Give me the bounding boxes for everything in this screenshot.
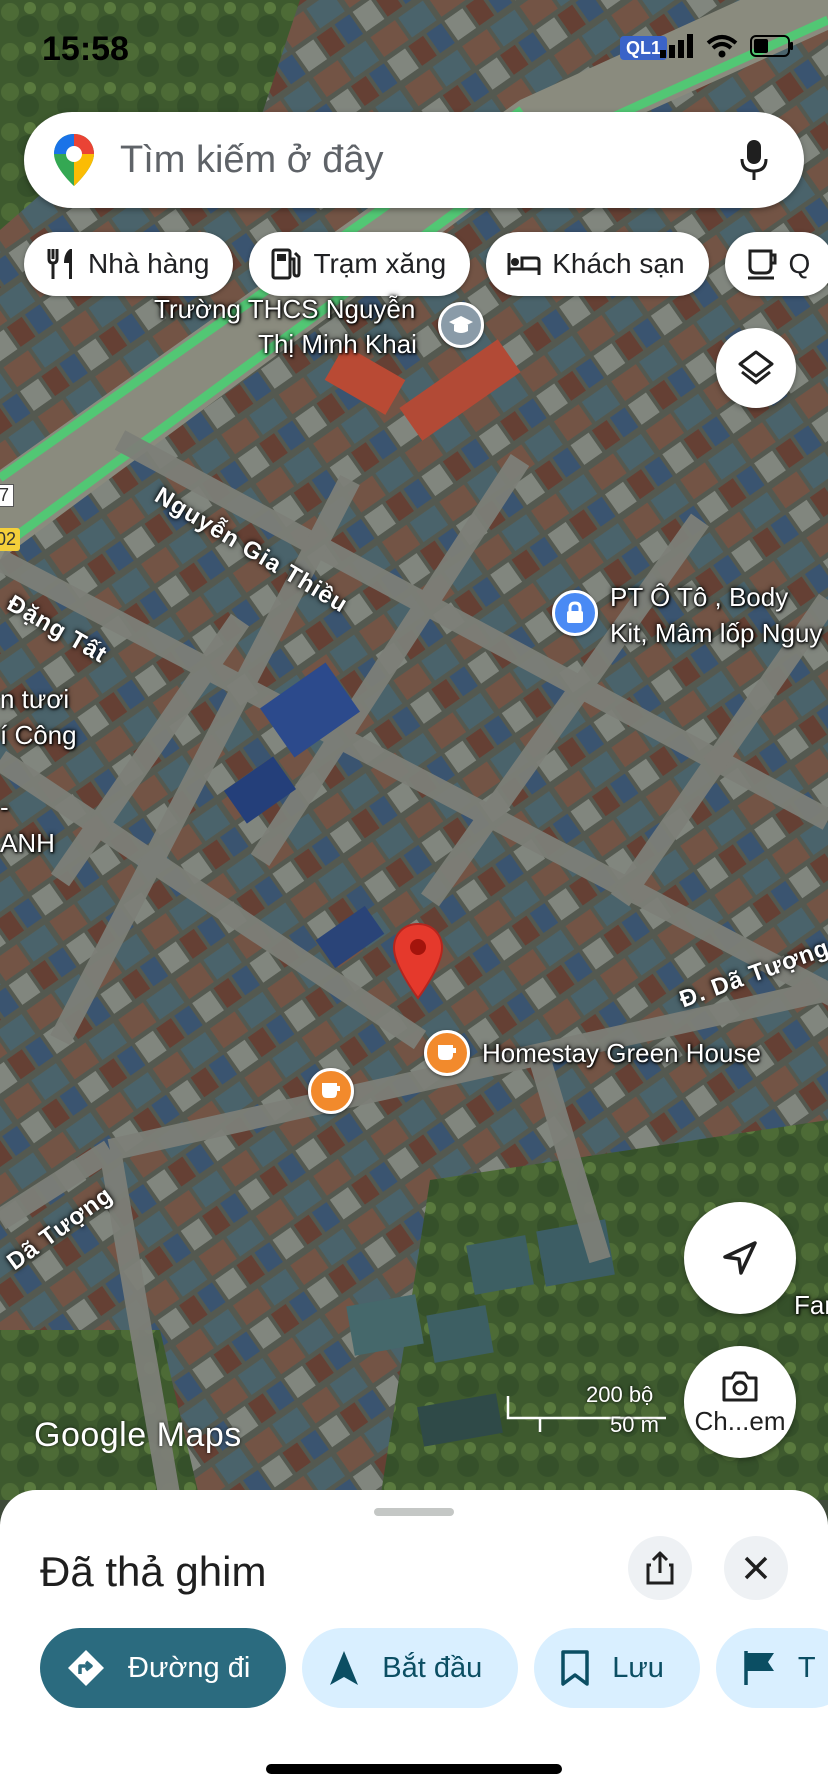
close-icon (744, 1556, 768, 1580)
map-label-partial[interactable]: n tươi (0, 682, 69, 716)
flag-icon (744, 1651, 774, 1685)
gas-station-icon (271, 248, 301, 280)
navigation-arrow-icon (723, 1241, 757, 1275)
car-service-poi-marker[interactable] (552, 590, 598, 636)
chip-coffee[interactable]: Q (724, 232, 828, 296)
battery-icon (750, 35, 793, 57)
camera-icon (722, 1371, 758, 1401)
action-label: Lưu (612, 1651, 664, 1684)
dropped-pin-sheet[interactable]: Đã thả ghim Đường đi Bắt đầu Lưu T (0, 1490, 828, 1792)
share-icon (646, 1551, 674, 1585)
bookmark-icon (561, 1650, 589, 1686)
map-label-partial[interactable]: - (0, 790, 9, 824)
map-label-partial[interactable]: í Công (0, 718, 77, 752)
sheet-title: Đã thả ghim (40, 1548, 267, 1595)
cup-icon (322, 1083, 340, 1098)
chip-label: Nhà hàng (88, 248, 210, 279)
label-button[interactable]: T (715, 1628, 828, 1708)
map-label-school[interactable]: Thị Minh Khai (258, 327, 417, 361)
camera-label: Ch...em (694, 1405, 786, 1436)
action-buttons: Đường đi Bắt đầu Lưu T (40, 1628, 828, 1708)
homestay-poi-marker[interactable] (424, 1030, 470, 1076)
home-indicator[interactable] (266, 1764, 562, 1774)
camera-button[interactable]: Ch...em (684, 1346, 796, 1458)
coffee-icon (747, 249, 777, 280)
cafe-poi-marker[interactable] (308, 1068, 354, 1114)
chip-restaurants[interactable]: Nhà hàng (24, 232, 234, 296)
save-button[interactable]: Lưu (534, 1628, 700, 1708)
google-maps-logo-icon (54, 134, 94, 186)
school-poi-marker[interactable] (438, 302, 484, 348)
bed-icon (507, 253, 541, 275)
map-label-poi[interactable]: Kit, Mâm lốp Nguy (610, 616, 822, 650)
satellite-map[interactable]: 15:58 QL1 Tìm kiếm ở đây Nhà hàng Trạm x… (0, 0, 828, 1500)
chip-hotels[interactable]: Khách sạn (486, 232, 709, 296)
dropped-pin-icon[interactable] (392, 922, 444, 1000)
action-label: Đường đi (128, 1651, 251, 1684)
status-icons (660, 34, 794, 58)
road-shield: 7 (0, 484, 15, 507)
layers-icon (738, 350, 774, 385)
start-button[interactable]: Bắt đầu (302, 1628, 519, 1708)
my-location-button[interactable] (684, 1202, 796, 1314)
microphone-icon[interactable] (740, 139, 768, 181)
navigation-arrow-icon (330, 1651, 359, 1685)
signal-icon (660, 34, 693, 58)
search-bar[interactable]: Tìm kiếm ở đây (24, 112, 804, 208)
map-label-homestay[interactable]: Homestay Green House (482, 1036, 761, 1070)
directions-button[interactable]: Đường đi (40, 1628, 287, 1708)
map-label-partial[interactable]: Far (794, 1288, 828, 1322)
chip-label: Q (788, 248, 811, 279)
wifi-icon (706, 35, 738, 58)
lock-icon (567, 601, 583, 623)
scale-imperial: 200 bộ (586, 1382, 654, 1407)
cup-icon (438, 1045, 456, 1060)
category-chips: Nhà hàng Trạm xăng Khách sạn Q (24, 232, 828, 296)
scale-metric: 50 m (610, 1412, 659, 1437)
action-label: Bắt đầu (382, 1651, 483, 1684)
status-time: 15:58 (42, 30, 129, 68)
close-button[interactable] (724, 1536, 788, 1600)
chip-gas-stations[interactable]: Trạm xăng (249, 232, 471, 296)
layers-button[interactable] (716, 328, 796, 408)
map-label-partial[interactable]: ANH (0, 826, 55, 860)
map-label-school[interactable]: Trường THCS Nguyễn (154, 292, 415, 326)
sheet-grabber[interactable] (374, 1508, 454, 1516)
chip-label: Trạm xăng (313, 248, 447, 279)
google-maps-brand: Google Maps (34, 1416, 242, 1454)
directions-icon (68, 1650, 104, 1686)
graduation-cap-icon (449, 316, 473, 333)
map-scale: 200 bộ 50 m (506, 1382, 666, 1440)
road-shield: 02 (0, 528, 21, 551)
map-label-poi[interactable]: PT Ô Tô , Body (610, 580, 788, 614)
search-input[interactable]: Tìm kiếm ở đây (120, 139, 740, 182)
action-label: T (797, 1651, 816, 1684)
fork-knife-icon (47, 249, 72, 279)
share-button[interactable] (628, 1536, 692, 1600)
chip-label: Khách sạn (552, 248, 685, 279)
